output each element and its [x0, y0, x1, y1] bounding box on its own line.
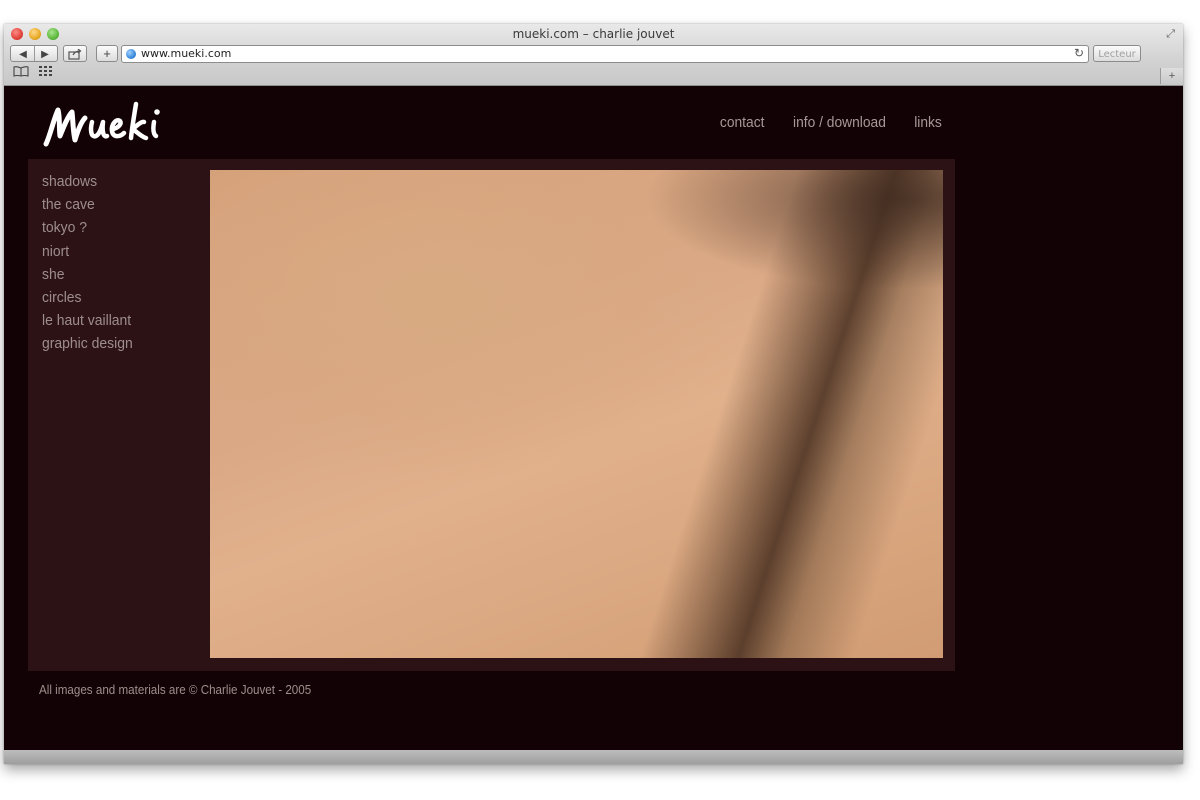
copyright-footer: All images and materials are © Charlie J… [39, 683, 332, 697]
browser-toolbar: mueki.com – charlie jouvet ⤢ ◀ ▶ + www.mu… [4, 24, 1183, 86]
url-text[interactable]: www.mueki.com [141, 47, 231, 60]
share-button[interactable] [63, 45, 87, 62]
reader-button[interactable]: Lecteur [1093, 45, 1141, 62]
menu-item-tokyo[interactable]: tokyo ? [42, 216, 133, 239]
menu-item-graphic-design[interactable]: graphic design [42, 332, 133, 355]
forward-button[interactable]: ▶ [34, 46, 56, 63]
top-sites-icon[interactable] [39, 66, 52, 79]
menu-item-she[interactable]: she [42, 263, 133, 286]
add-bookmark-button[interactable]: + [96, 45, 118, 62]
browser-status-bar [4, 750, 1183, 764]
back-button[interactable]: ◀ [12, 46, 34, 63]
copyright-text: All images and materials are © Charlie J… [39, 683, 312, 697]
nav-contact-link[interactable]: contact [720, 114, 765, 131]
back-forward-buttons: ◀ ▶ [10, 45, 58, 62]
nav-info-download-link[interactable]: info / download [793, 114, 886, 131]
nav-links-link[interactable]: links [914, 114, 942, 131]
top-navigation: contact info / download links [695, 114, 943, 131]
share-icon [68, 48, 82, 60]
menu-item-shadows[interactable]: shadows [42, 170, 133, 193]
content-panel: shadows the cave tokyo ? niort she circl… [28, 159, 955, 671]
address-bar[interactable]: www.mueki.com ↻ [121, 45, 1089, 63]
menu-item-le-haut-vaillant[interactable]: le haut vaillant [42, 309, 133, 332]
fullscreen-icon[interactable]: ⤢ [1166, 28, 1175, 41]
window-title: mueki.com – charlie jouvet [512, 27, 675, 41]
menu-item-the-cave[interactable]: the cave [42, 193, 133, 216]
gallery-menu: shadows the cave tokyo ? niort she circl… [42, 170, 140, 356]
web-page: contact info / download links shadows the … [4, 86, 1183, 750]
menu-item-circles[interactable]: circles [42, 286, 133, 309]
divider [34, 46, 35, 61]
reload-icon[interactable]: ↻ [1074, 46, 1084, 60]
menu-item-niort[interactable]: niort [42, 240, 133, 263]
browser-window: mueki.com – charlie jouvet ⤢ ◀ ▶ + www.mu… [4, 24, 1183, 764]
mueki-logo[interactable] [40, 96, 190, 152]
reading-list-icon[interactable] [13, 66, 29, 80]
globe-icon [126, 49, 136, 59]
gallery-photo [210, 170, 943, 658]
new-tab-button[interactable]: + [1160, 68, 1183, 84]
